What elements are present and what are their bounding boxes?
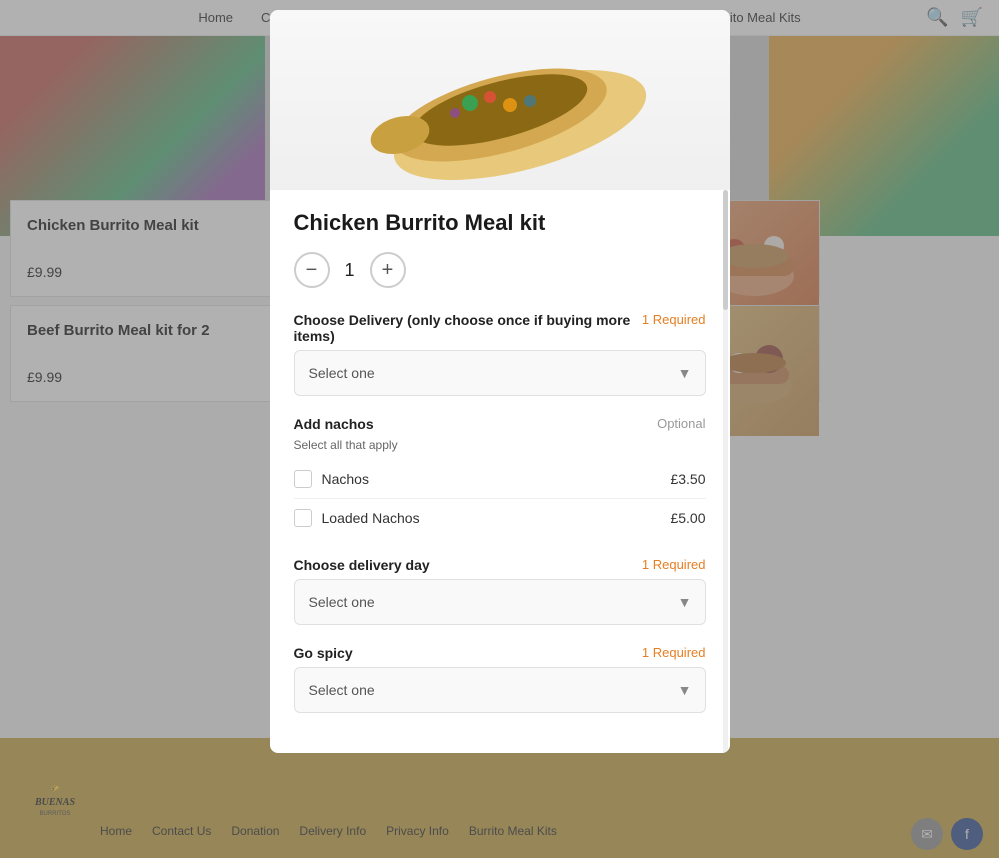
nachos-price: £3.50 [670, 471, 705, 487]
spicy-select[interactable]: Select one [294, 667, 706, 713]
nachos-checkbox-left: Nachos [294, 470, 369, 488]
modal-scroll-thumb [723, 190, 728, 310]
section-nachos-subtitle: Select all that apply [294, 438, 706, 452]
loaded-nachos-label: Loaded Nachos [322, 510, 420, 526]
modal-body: Chicken Burrito Meal kit − 1 + Choose De… [270, 190, 730, 753]
section-delivery-day-header: Choose delivery day 1 Required [294, 557, 706, 573]
nachos-checkbox[interactable] [294, 470, 312, 488]
section-nachos-badge: Optional [657, 416, 705, 431]
section-delivery-day-title: Choose delivery day [294, 557, 642, 573]
quantity-increase-button[interactable]: + [370, 252, 406, 288]
section-delivery-title: Choose Delivery (only choose once if buy… [294, 312, 642, 344]
section-spicy-title: Go spicy [294, 645, 642, 661]
section-nachos-header: Add nachos Optional [294, 416, 706, 432]
section-nachos: Add nachos Optional Select all that appl… [294, 416, 706, 537]
loaded-nachos-price: £5.00 [670, 510, 705, 526]
delivery-option-select-wrapper: Select one ▼ [294, 350, 706, 396]
section-spicy-header: Go spicy 1 Required [294, 645, 706, 661]
delivery-option-select[interactable]: Select one [294, 350, 706, 396]
section-delivery-option: Choose Delivery (only choose once if buy… [294, 312, 706, 396]
modal-title: Chicken Burrito Meal kit [294, 210, 706, 236]
section-spicy: Go spicy 1 Required Select one ▼ [294, 645, 706, 713]
delivery-day-select-wrapper: Select one ▼ [294, 579, 706, 625]
nachos-label: Nachos [322, 471, 369, 487]
section-nachos-title: Add nachos [294, 416, 658, 432]
quantity-decrease-button[interactable]: − [294, 252, 330, 288]
section-delivery-badge: 1 Required [642, 312, 706, 327]
modal-scrollbar[interactable] [723, 190, 728, 753]
quantity-value: 1 [330, 260, 370, 281]
loaded-nachos-checkbox-item: Loaded Nachos £5.00 [294, 499, 706, 537]
burrito-illustration [270, 10, 730, 190]
section-delivery-header: Choose Delivery (only choose once if buy… [294, 312, 706, 344]
delivery-day-select[interactable]: Select one [294, 579, 706, 625]
spicy-select-wrapper: Select one ▼ [294, 667, 706, 713]
loaded-nachos-checkbox[interactable] [294, 509, 312, 527]
product-modal: Chicken Burrito Meal kit − 1 + Choose De… [270, 10, 730, 753]
section-delivery-day: Choose delivery day 1 Required Select on… [294, 557, 706, 625]
loaded-nachos-checkbox-left: Loaded Nachos [294, 509, 420, 527]
modal-product-image [270, 10, 730, 190]
section-delivery-day-badge: 1 Required [642, 557, 706, 572]
section-spicy-badge: 1 Required [642, 645, 706, 660]
quantity-control: − 1 + [294, 252, 706, 288]
nachos-checkbox-item: Nachos £3.50 [294, 460, 706, 499]
